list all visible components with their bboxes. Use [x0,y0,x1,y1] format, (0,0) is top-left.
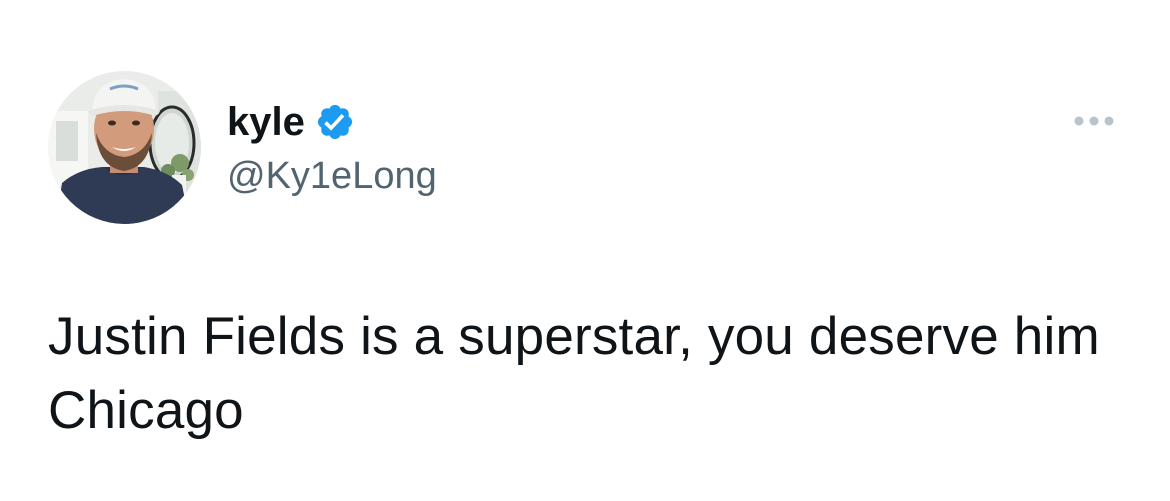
verified-badge-icon [315,102,355,142]
author-name-row: kyle [227,96,355,148]
more-options-button[interactable] [1066,104,1122,138]
more-horizontal-icon [1074,116,1114,126]
avatar[interactable] [48,71,201,224]
author-handle[interactable]: @Ky1eLong [227,152,437,200]
display-name[interactable]: kyle [227,96,305,148]
tweet-text: Justin Fields is a superstar, you deserv… [48,307,1100,440]
tweet-card: kyle @Ky1eLong Justin Fields is a supers… [0,0,1170,501]
profile-photo-icon [48,71,201,224]
